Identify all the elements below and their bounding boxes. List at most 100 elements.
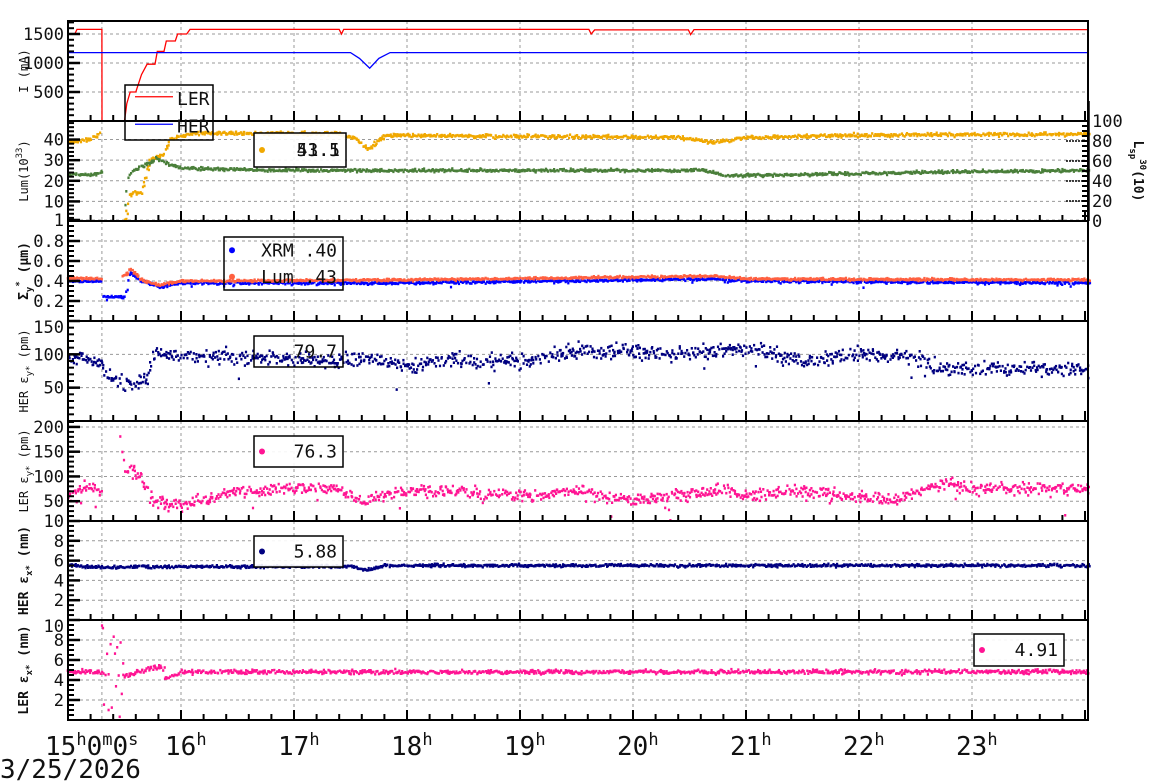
data-point — [149, 369, 152, 372]
data-point — [941, 169, 944, 172]
data-point — [527, 133, 531, 137]
data-point — [263, 169, 266, 172]
data-point — [554, 169, 557, 173]
data-point — [141, 380, 144, 384]
data-point — [368, 358, 371, 362]
data-point — [508, 168, 511, 172]
data-point — [1075, 168, 1078, 172]
axis-label: Σy* (μm) — [15, 242, 35, 300]
data-point — [236, 361, 239, 364]
data-point — [127, 202, 130, 206]
data-point — [511, 351, 514, 355]
data-point — [108, 368, 112, 371]
data-point — [777, 281, 780, 284]
y-tick-label: 1500 — [23, 25, 64, 45]
data-point — [108, 377, 111, 380]
data-point — [336, 362, 339, 365]
data-line — [68, 28, 1089, 122]
data-point — [86, 361, 89, 364]
data-point — [398, 361, 401, 364]
data-point — [84, 358, 87, 362]
data-point — [1025, 134, 1028, 138]
data-point — [196, 360, 199, 363]
data-point — [684, 279, 687, 283]
data-point — [454, 356, 457, 360]
data-point — [1061, 283, 1064, 286]
data-point — [394, 363, 397, 366]
data-point — [149, 361, 152, 364]
data-point — [421, 368, 424, 372]
data-point — [1068, 278, 1071, 282]
data-point — [1003, 131, 1006, 135]
axis-label-post2: ) — [1130, 194, 1145, 202]
data-point — [232, 353, 235, 356]
data-point — [823, 133, 826, 136]
data-point — [566, 134, 569, 137]
data-point — [240, 357, 243, 361]
data-point — [167, 161, 170, 165]
data-point — [264, 358, 267, 362]
data-point — [545, 277, 548, 280]
data-point — [623, 134, 626, 138]
data-point — [190, 285, 193, 288]
data-point — [133, 382, 136, 385]
data-point — [138, 165, 141, 168]
data-point — [487, 134, 490, 137]
data-point — [722, 174, 725, 177]
data-point — [420, 362, 423, 365]
data-point — [513, 359, 516, 363]
data-point — [155, 347, 159, 350]
data-point — [137, 387, 140, 390]
data-point — [399, 168, 402, 172]
data-point — [1010, 133, 1013, 137]
data-point — [794, 173, 798, 176]
data-point — [408, 363, 411, 366]
data-point — [644, 136, 647, 139]
data-point — [723, 280, 726, 284]
data-point — [535, 280, 538, 284]
data-point — [691, 281, 694, 284]
data-point — [102, 367, 105, 370]
data-point — [426, 356, 429, 360]
data-point — [102, 364, 105, 367]
data-point — [693, 275, 696, 278]
data-point — [670, 274, 674, 278]
data-point — [830, 283, 833, 286]
data-point — [494, 357, 497, 360]
data-point — [507, 361, 510, 364]
data-point — [346, 353, 349, 357]
data-point — [165, 356, 168, 359]
data-point — [875, 172, 878, 175]
data-point — [172, 358, 175, 361]
data-point — [465, 278, 468, 281]
data-point — [395, 388, 398, 391]
data-point — [621, 280, 624, 283]
data-point — [162, 152, 165, 156]
data-point — [411, 370, 414, 374]
data-point — [378, 282, 382, 285]
data-point — [167, 140, 170, 144]
data-point — [83, 139, 86, 142]
data-point — [223, 358, 226, 361]
data-point — [853, 278, 856, 282]
data-point — [991, 170, 994, 174]
data-point — [872, 277, 875, 281]
data-point — [191, 358, 194, 361]
data-point — [352, 364, 355, 368]
data-point — [455, 359, 458, 362]
data-point — [267, 363, 270, 366]
data-point — [535, 169, 538, 172]
data-point — [174, 349, 177, 353]
data-point — [90, 360, 93, 363]
data-point — [87, 173, 90, 177]
data-point — [361, 352, 364, 355]
data-point — [811, 172, 814, 176]
data-point — [402, 358, 405, 362]
right-tick-label: 100 — [1092, 112, 1123, 132]
data-point — [874, 277, 877, 281]
data-point — [143, 372, 146, 376]
data-point — [288, 354, 291, 358]
data-point — [265, 354, 268, 358]
y-tick-label: 500 — [33, 83, 64, 103]
data-point — [510, 135, 513, 139]
